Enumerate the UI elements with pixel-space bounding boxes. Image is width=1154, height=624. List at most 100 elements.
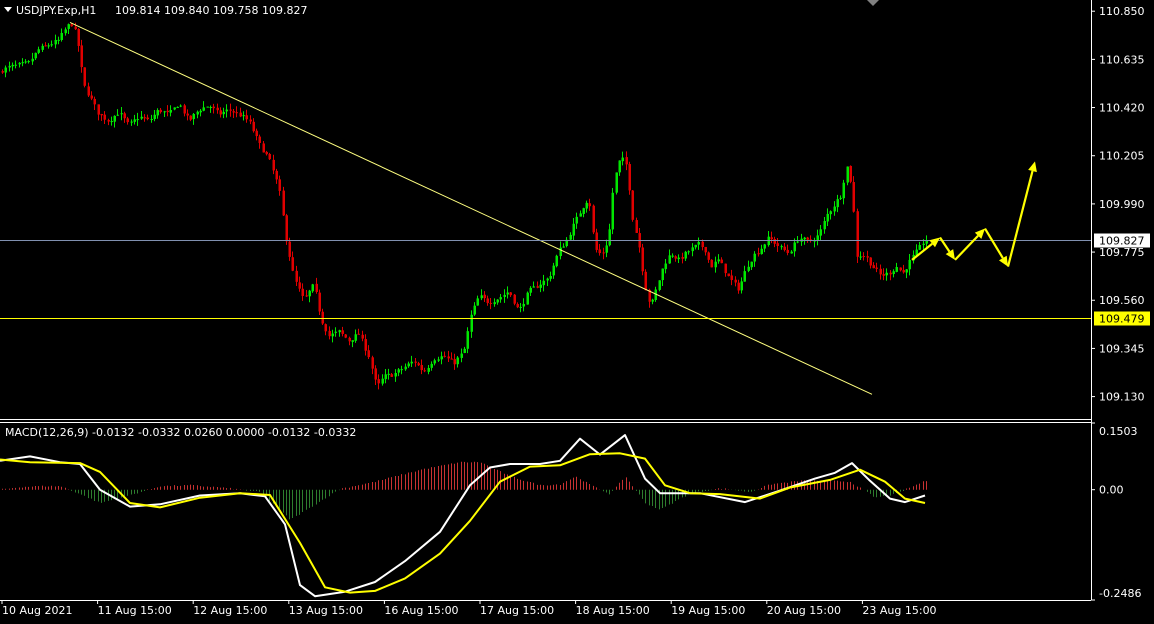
candle-body: [295, 270, 298, 282]
candle-body: [724, 263, 727, 274]
candle-body: [83, 67, 86, 86]
candle-body: [532, 286, 535, 288]
candle-body: [552, 265, 555, 276]
candle-body: [872, 265, 875, 269]
candle-body: [166, 110, 169, 113]
candle-body: [588, 203, 591, 207]
candle-body: [611, 192, 614, 230]
candle-body: [252, 121, 255, 132]
candle-body: [397, 369, 400, 373]
price-tick-label: 110.850: [1099, 5, 1145, 18]
candle-body: [480, 295, 483, 299]
candle-body: [311, 284, 314, 292]
candle-body: [476, 298, 479, 306]
candle-body: [747, 266, 750, 271]
candle-body: [249, 119, 252, 122]
candle-body: [126, 118, 129, 123]
candle-body: [192, 113, 195, 120]
candle-body: [183, 105, 186, 114]
candle-body: [499, 297, 502, 300]
chart-window[interactable]: 110.850 110.635 110.420 110.205 109.990 109.7…: [0, 0, 1154, 620]
candle-body: [575, 216, 578, 224]
candle-body: [216, 107, 219, 111]
candle-body: [453, 359, 456, 365]
candle-body: [829, 211, 832, 215]
candle-body: [852, 182, 855, 212]
candle-body: [701, 241, 704, 248]
candle-body: [344, 334, 347, 338]
candle-body: [674, 256, 677, 259]
candle-body: [308, 290, 311, 297]
candle-body: [275, 170, 278, 180]
candle-body: [156, 110, 159, 116]
candle-body: [291, 257, 294, 271]
candle-body: [522, 303, 525, 307]
candle-body: [41, 45, 44, 50]
candle-body: [615, 172, 618, 193]
candle-body: [90, 95, 93, 99]
candle-body: [842, 182, 845, 199]
candle-body: [879, 268, 882, 275]
candle-body: [209, 106, 212, 108]
candle-body: [189, 115, 192, 120]
candle-body: [602, 252, 605, 254]
candle-body: [803, 237, 806, 240]
candle-body: [836, 199, 839, 208]
candle-body: [489, 302, 492, 304]
candle-body: [470, 314, 473, 332]
price-tick-label: 109.775: [1099, 246, 1145, 259]
candle-body: [21, 62, 24, 64]
candle-body: [381, 378, 384, 384]
candle-body: [539, 284, 542, 288]
candle-body: [288, 241, 291, 257]
ohlc-values: 109.814 109.840 109.758 109.827: [115, 4, 307, 17]
candle-body: [169, 109, 172, 113]
candle-body: [331, 333, 334, 337]
candle-body: [889, 272, 892, 275]
time-tick-label: 13 Aug 15:00: [289, 604, 363, 617]
candle-body: [585, 202, 588, 209]
candle-body: [24, 61, 27, 63]
candle-body: [773, 239, 776, 244]
candle-body: [819, 229, 822, 236]
price-tick-label: 110.420: [1099, 102, 1145, 115]
candle-body: [64, 29, 67, 34]
candle-body: [176, 106, 179, 108]
candle-body: [892, 271, 895, 275]
candle-body: [357, 333, 360, 335]
price-chart[interactable]: 110.850 110.635 110.420 110.205 109.990 109.7…: [0, 0, 1154, 620]
candle-body: [681, 257, 684, 259]
candle-body: [826, 213, 829, 222]
candle-body: [687, 251, 690, 253]
candle-body: [635, 220, 638, 233]
candle-body: [905, 269, 908, 273]
candle-body: [760, 248, 763, 255]
candle-body: [265, 151, 268, 155]
candle-body: [753, 253, 756, 262]
candle-body: [846, 166, 849, 183]
candle-body: [859, 256, 862, 258]
candle-body: [707, 252, 710, 260]
candle-body: [404, 366, 407, 370]
candle-body: [493, 302, 496, 305]
candle-body: [730, 275, 733, 281]
candle-body: [285, 215, 288, 242]
candle-body: [592, 205, 595, 233]
symbol-info: USDJPY.Exp,H1: [16, 4, 96, 17]
candle-body: [618, 160, 621, 173]
candle-body: [546, 278, 549, 281]
candle-body: [11, 64, 14, 67]
candle-body: [338, 330, 341, 333]
candle-body: [97, 104, 100, 115]
candle-body: [677, 257, 680, 260]
candle-body: [120, 113, 123, 115]
candle-body: [466, 331, 469, 349]
candle-body: [301, 288, 304, 296]
candle-body: [133, 119, 136, 122]
candle-body: [720, 259, 723, 264]
candle-body: [50, 44, 53, 46]
candle-body: [410, 361, 413, 364]
candle-body: [885, 272, 888, 276]
time-tick-label: 20 Aug 15:00: [767, 604, 841, 617]
candle-body: [199, 110, 202, 113]
